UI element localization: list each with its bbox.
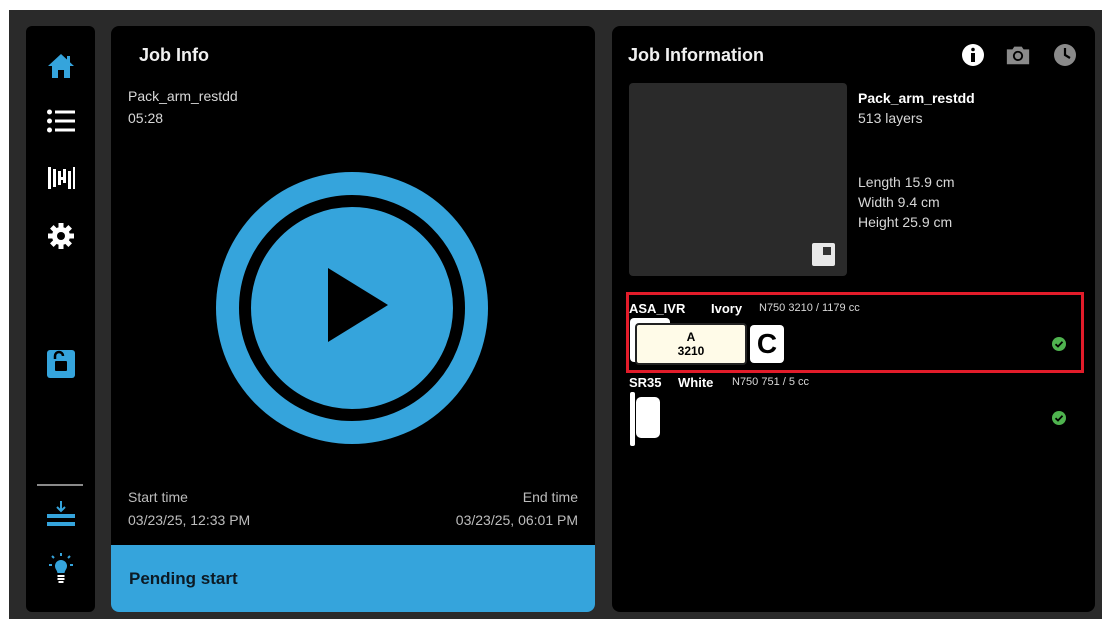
sidebar-item-materials[interactable] <box>26 157 95 203</box>
status-bar: Pending start <box>111 545 595 612</box>
sidebar-item-light[interactable] <box>26 548 95 594</box>
job-name: Pack_arm_restdd <box>858 90 975 106</box>
dimension-width: Width 9.4 cm <box>858 194 940 210</box>
cartridge-icon[interactable] <box>636 397 660 438</box>
list-icon <box>46 108 76 139</box>
sidebar-item-home[interactable] <box>26 45 95 91</box>
job-duration: 05:28 <box>128 110 164 126</box>
home-icon <box>46 52 76 85</box>
dimension-length: Length 15.9 cm <box>858 174 955 190</box>
layer-count: 513 layers <box>858 110 923 126</box>
start-time-value: 03/23/25, 12:33 PM <box>128 512 251 528</box>
material-color: Ivory <box>711 301 743 316</box>
play-icon <box>216 172 488 444</box>
start-time-label: Start time <box>128 489 188 505</box>
job-name: Pack_arm_restdd <box>128 88 238 104</box>
sidebar-divider <box>37 484 83 486</box>
status-text: Pending start <box>129 569 238 588</box>
cartridge-icon[interactable] <box>630 392 635 446</box>
info-icon[interactable] <box>960 42 986 68</box>
material-info: N750 3210 / 1179 cc <box>759 302 860 314</box>
panel-title: Job Information <box>628 45 764 65</box>
play-button[interactable] <box>216 172 488 444</box>
clock-icon[interactable] <box>1052 42 1078 68</box>
sidebar-item-download[interactable] <box>26 494 95 540</box>
camera-icon[interactable] <box>1005 42 1031 68</box>
sidebar-item-settings[interactable] <box>26 215 95 261</box>
slot-badge: C <box>750 325 784 363</box>
dimension-height: Height 25.9 cm <box>858 214 953 230</box>
job-info-panel: Job Info Pack_arm_restdd 05:28 Start tim… <box>111 26 595 612</box>
materials-icon <box>46 163 76 198</box>
end-time-value: 03/23/25, 06:01 PM <box>455 512 578 528</box>
sidebar-item-list[interactable] <box>26 100 95 146</box>
material-code: ASA_IVR <box>629 301 686 316</box>
sidebar-item-lock[interactable] <box>26 343 95 389</box>
download-tray-icon <box>46 499 76 536</box>
slot-letter: A <box>686 330 696 344</box>
check-icon <box>1052 337 1066 351</box>
check-icon <box>1052 411 1066 425</box>
panel-title: Job Info <box>139 45 209 65</box>
job-information-panel: Job Information Pack_arm_restdd 513 laye… <box>612 26 1095 612</box>
material-info: N750 751 / 5 cc <box>732 376 810 388</box>
lightbulb-icon <box>45 552 77 591</box>
material-code: SR35 <box>629 375 662 390</box>
unlock-icon <box>46 349 76 384</box>
end-time-label: End time <box>522 489 578 505</box>
cartridge-slot-card[interactable]: A 3210 <box>635 323 747 365</box>
expand-preview-icon[interactable] <box>812 243 835 266</box>
slot-number: 3210 <box>677 344 705 358</box>
sidebar <box>26 26 95 612</box>
material-color: White <box>678 375 714 390</box>
gear-icon <box>47 222 75 255</box>
